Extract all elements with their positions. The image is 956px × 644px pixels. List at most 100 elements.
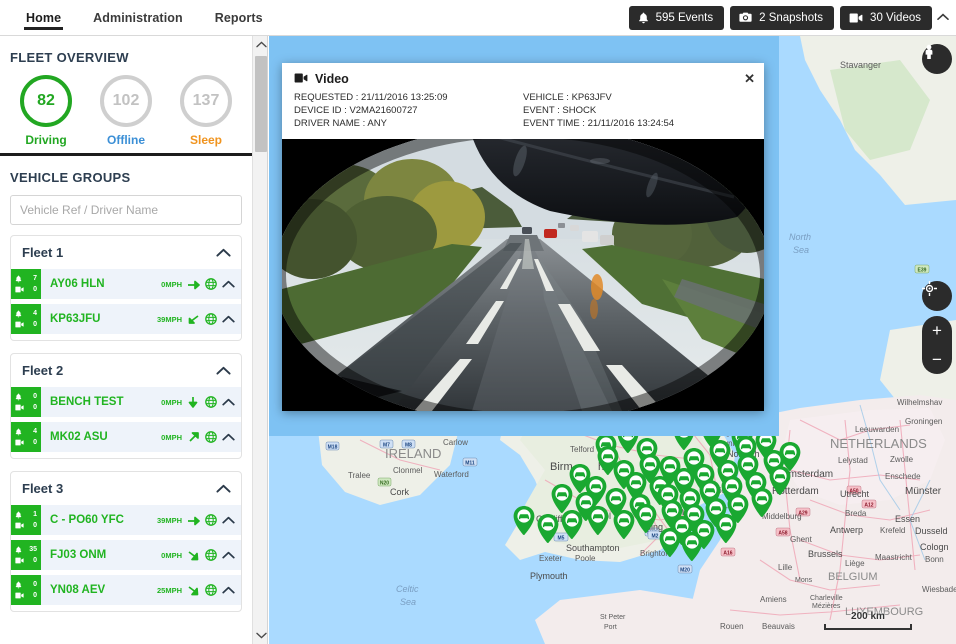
map-scale-label: 200 km: [826, 611, 910, 622]
vehicle-group-header[interactable]: Fleet 2: [11, 354, 241, 387]
vehicle-group-header[interactable]: Fleet 3: [11, 472, 241, 505]
chevron-up-icon[interactable]: [216, 248, 231, 257]
videos-button[interactable]: 30 Videos: [840, 6, 932, 30]
vehicle-name: MK02 ASU: [50, 431, 156, 443]
chevron-up-icon[interactable]: [222, 551, 235, 559]
nav-item-reports[interactable]: Reports: [199, 0, 279, 35]
street-view-pegman-button[interactable]: [922, 44, 952, 74]
vehicle-counts-badge[interactable]: 40: [11, 422, 41, 452]
vehicle-row[interactable]: 350FJ03 ONM0MPH: [11, 540, 241, 570]
zoom-out-button[interactable]: −: [922, 347, 952, 373]
event-count: 7: [33, 273, 37, 284]
chevron-up-icon[interactable]: [222, 433, 235, 441]
map-label: Maastricht: [875, 553, 913, 562]
vehicle-counts-badge[interactable]: 00: [11, 387, 41, 417]
globe-icon[interactable]: [205, 313, 217, 325]
locate-me-button[interactable]: [922, 281, 952, 311]
video-metadata-label: DEVICE ID :: [294, 105, 347, 116]
vehicle-map-pin[interactable]: [561, 510, 583, 539]
sidebar-scrollbar-thumb[interactable]: [255, 56, 267, 152]
map-label: Poole: [575, 554, 596, 563]
globe-icon[interactable]: [205, 549, 217, 561]
vehicle-row[interactable]: 70AY06 HLN0MPH: [11, 269, 241, 299]
vehicle-map-pin[interactable]: [751, 488, 773, 517]
scroll-up-icon[interactable]: [253, 36, 269, 53]
vehicle-map-pin[interactable]: [587, 506, 609, 535]
scroll-down-icon[interactable]: [253, 627, 269, 644]
close-icon[interactable]: ✕: [744, 72, 755, 85]
video-metadata-label: VEHICLE :: [523, 92, 569, 103]
vehicle-groups-list: Fleet 1 70AY06 HLN0MPH 40KP63JFU39MPH Fleet…: [0, 235, 252, 612]
map-label: St Peter: [600, 614, 626, 621]
chevron-up-icon[interactable]: [216, 484, 231, 493]
vehicle-map-pin[interactable]: [537, 514, 559, 543]
vehicle-counts-badge[interactable]: 00: [11, 575, 41, 605]
vehicle-row[interactable]: 00YN08 AEV25MPH: [11, 575, 241, 605]
map-label: Sea: [400, 597, 416, 607]
chevron-up-icon[interactable]: [222, 586, 235, 594]
vehicle-map-pin[interactable]: [635, 504, 657, 533]
vehicle-row[interactable]: 40KP63JFU39MPH: [11, 304, 241, 334]
stat-driving[interactable]: 82 Driving: [7, 75, 85, 147]
vehicle-map-pin[interactable]: [659, 528, 681, 557]
sidebar-scrollbar[interactable]: [252, 36, 268, 644]
chevron-up-icon[interactable]: [935, 8, 951, 26]
vehicle-group-name: Fleet 1: [22, 245, 63, 260]
chevron-up-icon[interactable]: [222, 315, 235, 323]
snapshots-button[interactable]: 2 Snapshots: [730, 6, 834, 30]
vehicle-row[interactable]: 00BENCH TEST0MPH: [11, 387, 241, 417]
vehicle-map-pin[interactable]: [613, 510, 635, 539]
vehicle-counts-badge[interactable]: 350: [11, 540, 41, 570]
event-count-line: 0: [13, 391, 39, 402]
globe-icon[interactable]: [205, 431, 217, 443]
heading-arrow-icon: [187, 313, 200, 325]
nav-item-home[interactable]: Home: [10, 0, 77, 35]
stat-offline[interactable]: 102 Offline: [87, 75, 165, 147]
vehicle-map-pin[interactable]: [681, 532, 703, 561]
globe-icon[interactable]: [205, 278, 217, 290]
nav-item-administration-label: Administration: [93, 11, 183, 25]
map-label: Mons: [795, 577, 813, 584]
vehicle-name: BENCH TEST: [50, 396, 156, 408]
map-scale-bar: 200 km: [824, 624, 912, 630]
vehicle-map-pin[interactable]: [715, 514, 737, 543]
vehicle-row-main: YN08 AEV25MPH: [41, 575, 241, 605]
vehicle-name: FJ03 ONM: [50, 549, 156, 561]
vehicle-counts-badge[interactable]: 70: [11, 269, 41, 299]
vehicle-row[interactable]: 40MK02 ASU0MPH: [11, 422, 241, 452]
chevron-up-icon[interactable]: [222, 280, 235, 288]
nav-item-administration[interactable]: Administration: [77, 0, 199, 35]
vehicle-group-name: Fleet 3: [22, 481, 63, 496]
map-label: Leeuwarden: [855, 425, 899, 434]
vehicle-speed: 25MPH: [157, 586, 182, 595]
map-label: Lelystad: [838, 456, 868, 465]
video-player[interactable]: [282, 139, 764, 411]
events-button[interactable]: 595 Events: [629, 6, 725, 30]
svg-text:M11: M11: [465, 461, 475, 467]
zoom-in-button[interactable]: +: [922, 318, 952, 344]
heading-arrow-icon: [187, 584, 200, 596]
chevron-up-icon[interactable]: [216, 366, 231, 375]
globe-icon[interactable]: [205, 396, 217, 408]
vehicle-group-card: Fleet 310C - PO60 YFC39MPH350FJ03 ONM0MP…: [10, 471, 242, 612]
map-label: Mézières: [812, 603, 841, 610]
video-icon: [15, 592, 24, 599]
map-label: Bonn: [925, 555, 944, 564]
vehicle-map-pin[interactable]: [551, 484, 573, 513]
video-count: 0: [33, 590, 37, 601]
vehicle-counts-badge[interactable]: 10: [11, 505, 41, 535]
vehicle-counts-badge[interactable]: 40: [11, 304, 41, 334]
chevron-up-icon[interactable]: [222, 516, 235, 524]
vehicle-row[interactable]: 10C - PO60 YFC39MPH: [11, 505, 241, 535]
vehicle-map-pin[interactable]: [513, 506, 535, 535]
vehicle-search-input[interactable]: [10, 195, 242, 225]
video-metadata-item: DEVICE ID : V2MA21600727: [294, 105, 523, 116]
svg-text:M20: M20: [680, 568, 690, 574]
globe-icon[interactable]: [205, 514, 217, 526]
map-label: Cork: [390, 487, 410, 497]
globe-icon[interactable]: [205, 584, 217, 596]
stat-sleep[interactable]: 137 Sleep: [167, 75, 245, 147]
vehicle-group-header[interactable]: Fleet 1: [11, 236, 241, 269]
chevron-up-icon[interactable]: [222, 398, 235, 406]
video-icon: [15, 522, 24, 529]
